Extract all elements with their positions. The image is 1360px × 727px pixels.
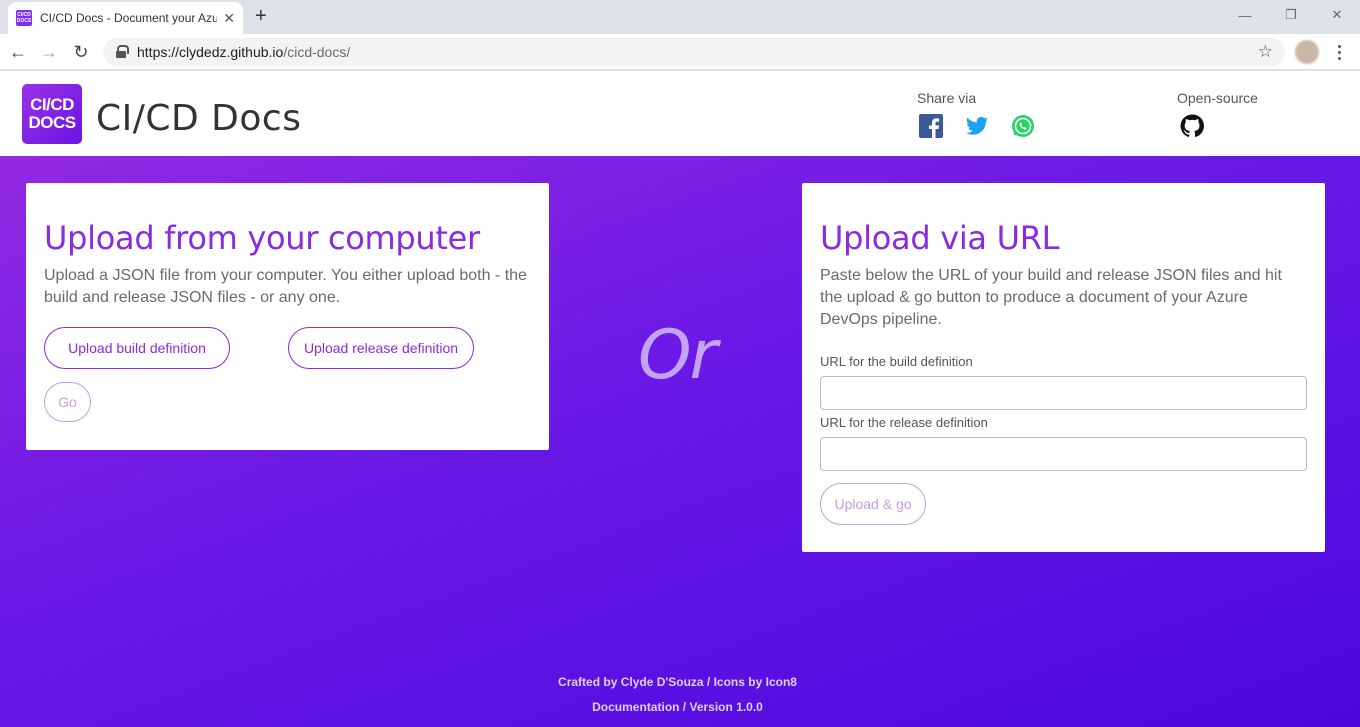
page: CI/CD DOCS CI/CD Docs Share via Open-sou…: [0, 71, 1360, 727]
tab-close-icon[interactable]: ✕: [223, 10, 235, 27]
build-url-input[interactable]: [820, 376, 1307, 410]
new-tab-button[interactable]: +: [255, 6, 267, 26]
tab-title: CI/CD Docs - Document your Azure: [40, 11, 218, 25]
minimize-button[interactable]: —: [1222, 0, 1268, 30]
upload-build-definition-button[interactable]: Upload build definition: [44, 327, 230, 369]
site-header: CI/CD DOCS CI/CD Docs Share via Open-sou…: [0, 71, 1360, 156]
upload-and-go-button[interactable]: Upload & go: [820, 483, 926, 525]
site-title: CI/CD Docs: [96, 98, 302, 139]
upload-url-heading: Upload via URL: [820, 219, 1060, 257]
github-icon[interactable]: [1180, 114, 1204, 138]
reload-icon[interactable]: ↻: [69, 40, 93, 64]
back-arrow-icon[interactable]: ←: [6, 40, 30, 64]
upload-computer-heading: Upload from your computer: [44, 219, 480, 257]
upload-url-card: Upload via URL Paste below the URL of yo…: [802, 183, 1325, 552]
footer-credits[interactable]: Crafted by Clyde D'Souza / Icons by Icon…: [0, 675, 1355, 689]
favicon-icon: CI/CD DOCS: [16, 10, 32, 26]
url-text: https://clydedz.github.io/cicd-docs/: [137, 44, 351, 60]
build-url-label: URL for the build definition: [820, 354, 973, 369]
browser-tab[interactable]: CI/CD DOCS CI/CD Docs - Document your Azu…: [8, 2, 243, 34]
twitter-icon[interactable]: [965, 114, 989, 138]
profile-avatar[interactable]: [1295, 40, 1319, 64]
address-bar[interactable]: https://clydedz.github.io/cicd-docs/ ☆: [103, 38, 1285, 66]
upload-computer-card: Upload from your computer Upload a JSON …: [26, 183, 549, 450]
browser-toolbar: ← → ↻ https://clydedz.github.io/cicd-doc…: [0, 34, 1360, 70]
logo-line1: CI/CD: [30, 95, 74, 114]
share-icons: [919, 114, 1035, 138]
restore-button[interactable]: ❐: [1268, 0, 1314, 30]
whatsapp-icon[interactable]: [1011, 114, 1035, 138]
site-logo[interactable]: CI/CD DOCS: [22, 84, 82, 144]
browser-menu-icon[interactable]: [1331, 40, 1347, 64]
hero-section: Upload from your computer Upload a JSON …: [0, 156, 1360, 727]
browser-tab-bar: CI/CD DOCS CI/CD Docs - Document your Azu…: [0, 0, 1360, 34]
opensource-label: Open-source: [1177, 90, 1258, 106]
release-url-label: URL for the release definition: [820, 415, 988, 430]
upload-url-description: Paste below the URL of your build and re…: [820, 267, 1282, 328]
share-label: Share via: [917, 90, 977, 106]
lock-icon: [115, 45, 129, 59]
bookmark-star-icon[interactable]: ☆: [1258, 42, 1273, 62]
forward-arrow-icon[interactable]: →: [37, 40, 61, 64]
close-window-button[interactable]: ✕: [1314, 0, 1360, 30]
logo-line2: DOCS: [28, 113, 76, 132]
release-url-input[interactable]: [820, 437, 1307, 471]
upload-computer-description: Upload a JSON file from your computer. Y…: [44, 267, 527, 306]
footer-links[interactable]: Documentation / Version 1.0.0: [0, 700, 1355, 714]
upload-release-definition-button[interactable]: Upload release definition: [288, 327, 474, 369]
window-controls: — ❐ ✕: [1222, 0, 1360, 30]
go-button[interactable]: Go: [44, 382, 91, 422]
or-divider: Or: [638, 316, 717, 395]
facebook-icon[interactable]: [919, 114, 943, 138]
